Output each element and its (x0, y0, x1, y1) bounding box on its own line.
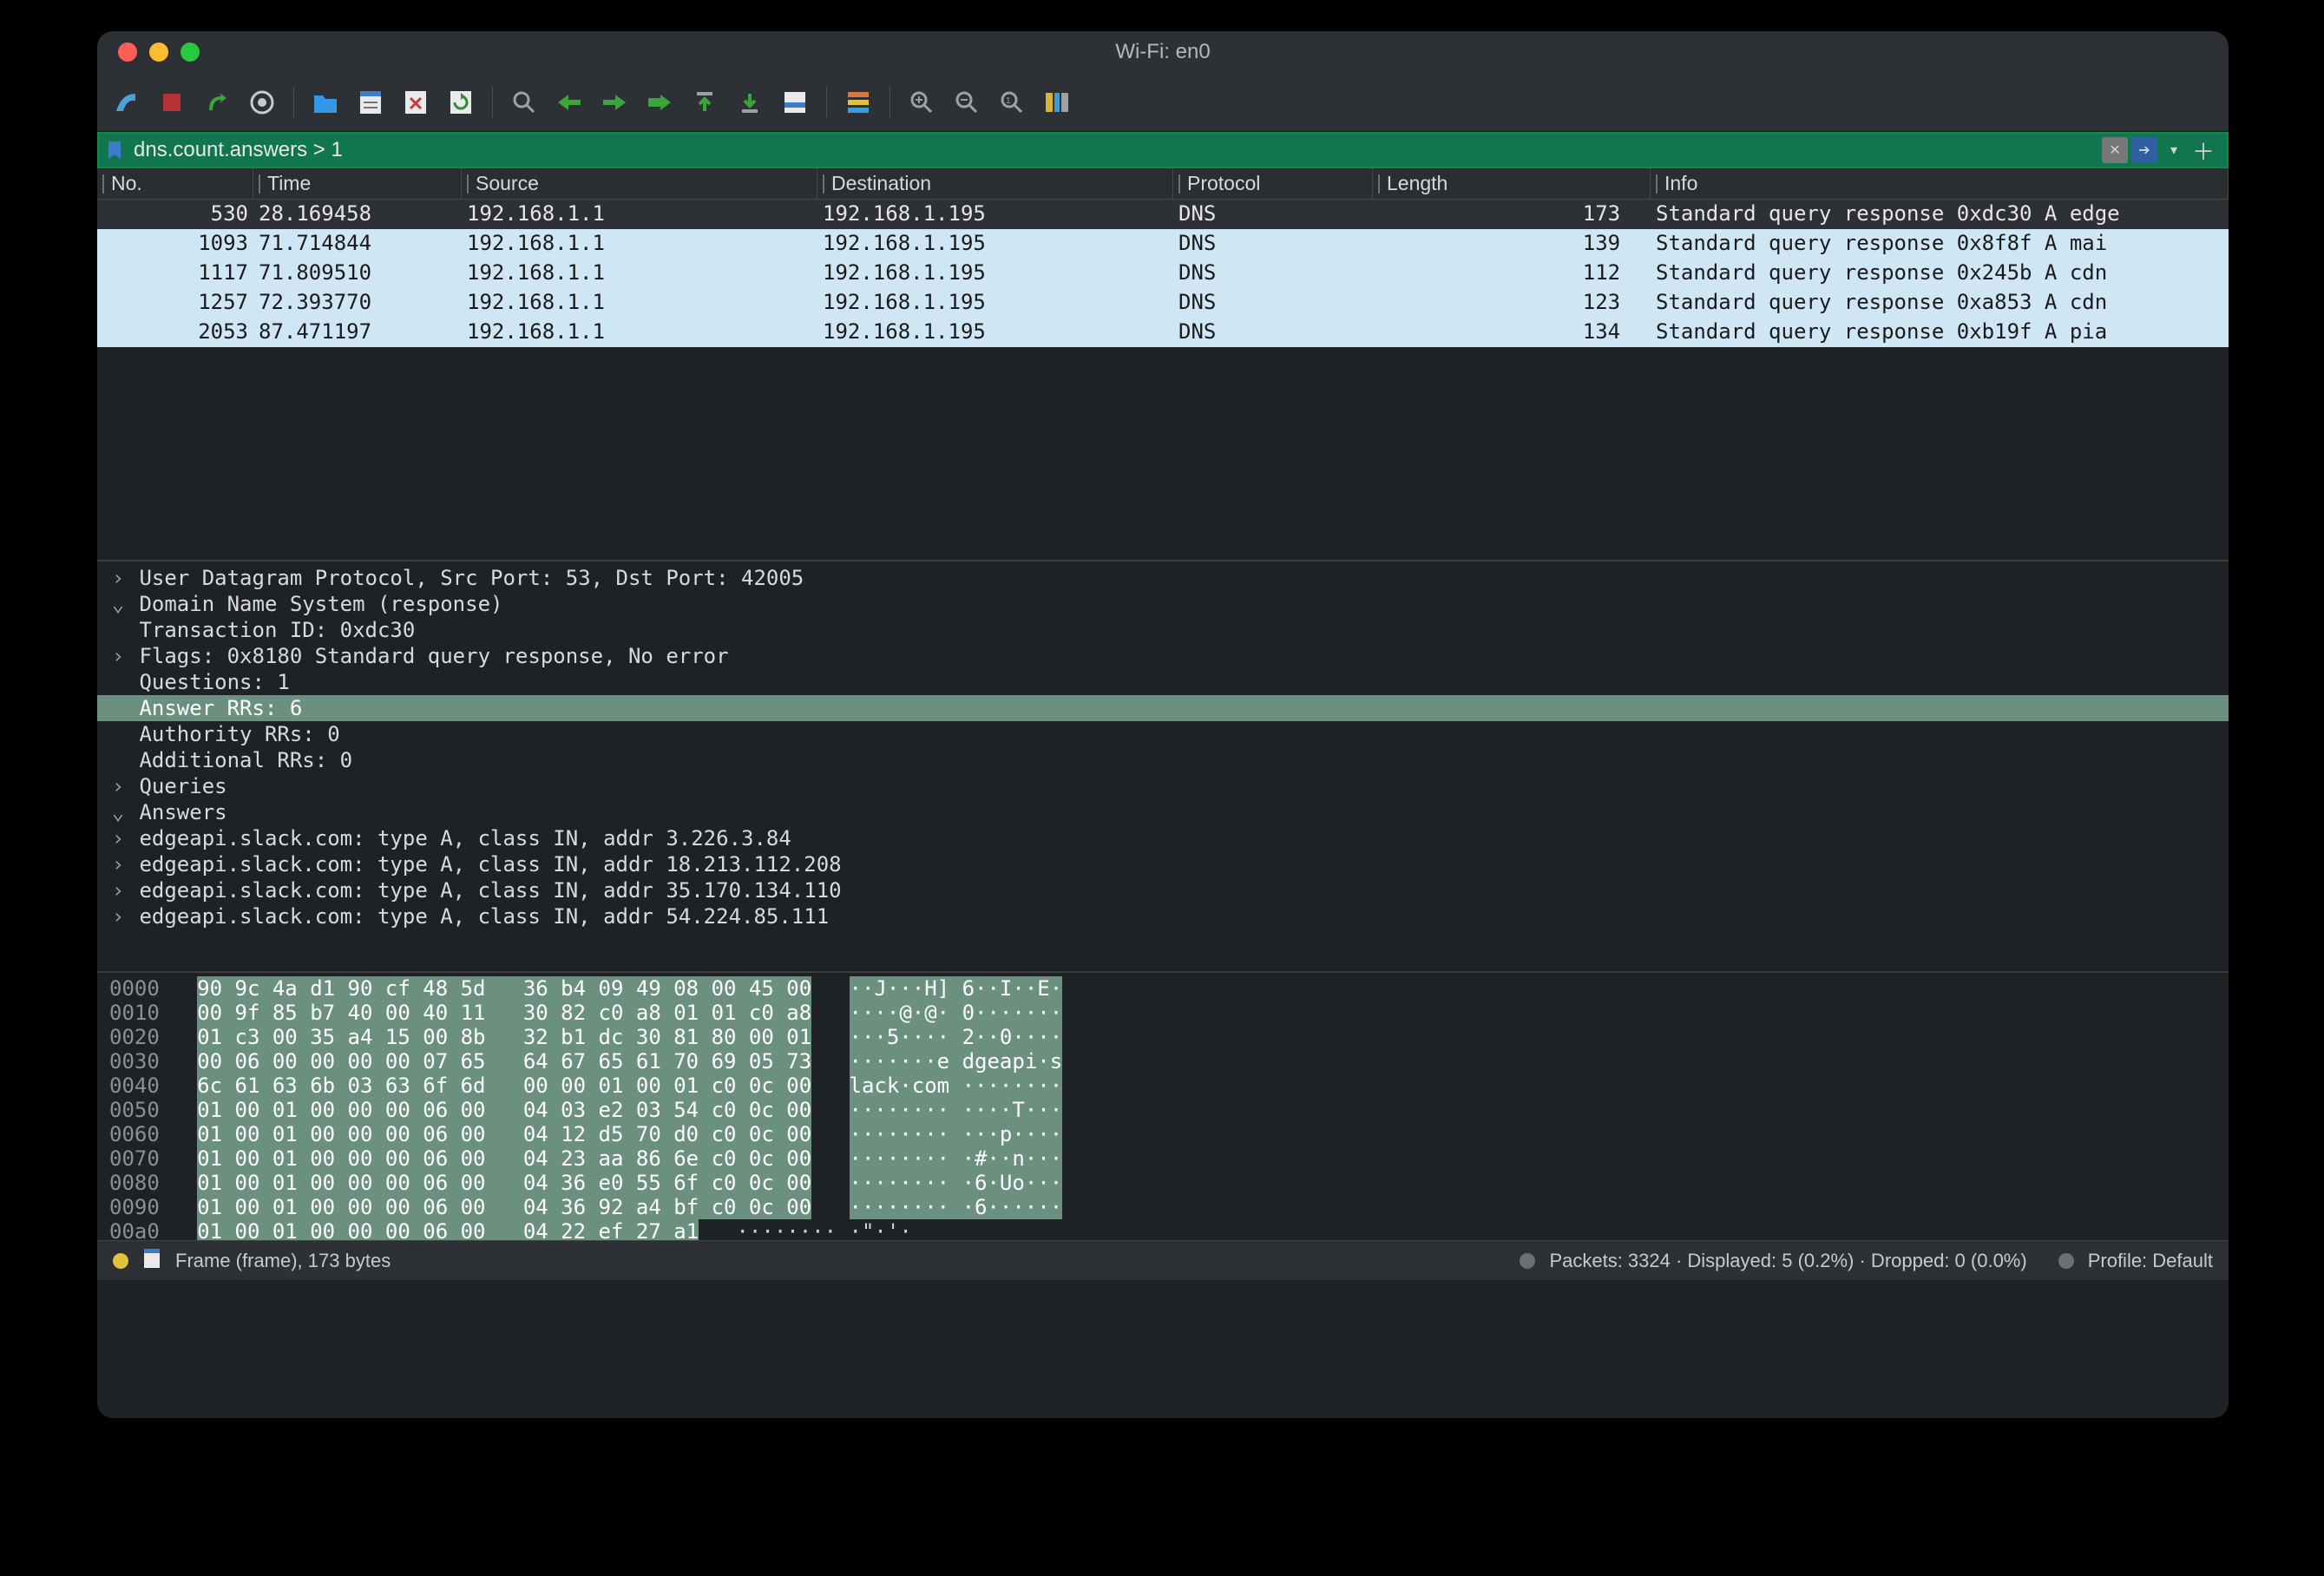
status-frame-info: Frame (frame), 173 bytes (175, 1250, 391, 1272)
shark-fin-icon[interactable] (108, 83, 146, 121)
packet-row[interactable]: 53028.169458192.168.1.1192.168.1.195DNS1… (97, 200, 2229, 229)
maximize-button[interactable] (181, 43, 200, 62)
detail-line[interactable]: › Queries (97, 773, 2229, 799)
detail-line[interactable]: › Flags: 0x8180 Standard query response,… (97, 643, 2229, 669)
close-button[interactable] (118, 43, 137, 62)
go-to-packet-button[interactable] (640, 83, 679, 121)
detail-line[interactable]: ⌄ Answers (97, 799, 2229, 825)
col-no[interactable]: No. (97, 168, 253, 199)
display-filter-input[interactable] (127, 138, 2102, 162)
colorize-button[interactable] (839, 83, 877, 121)
display-filter-bar: ✕ ➔ ▾ ＋ (97, 132, 2229, 168)
detail-line[interactable]: Transaction ID: 0xdc30 (97, 617, 2229, 643)
packet-details-pane[interactable]: › User Datagram Protocol, Src Port: 53, … (97, 560, 2229, 971)
resize-columns-button[interactable] (1038, 83, 1076, 121)
packet-row[interactable]: 125772.393770192.168.1.1192.168.1.195DNS… (97, 288, 2229, 318)
status-profile[interactable]: Profile: Default (2088, 1250, 2213, 1272)
col-info[interactable]: Info (1651, 168, 2229, 199)
filter-dropdown-button[interactable]: ▾ (2161, 137, 2187, 163)
traffic-lights (118, 43, 200, 62)
clear-filter-button[interactable]: ✕ (2102, 137, 2128, 163)
close-file-button[interactable] (397, 83, 435, 121)
detail-line[interactable]: › User Datagram Protocol, Src Port: 53, … (97, 565, 2229, 591)
zoom-in-button[interactable] (903, 83, 941, 121)
hex-line[interactable]: 00a0 01 00 01 00 00 00 06 00 04 22 ef 27… (109, 1219, 2216, 1240)
stop-capture-button[interactable] (153, 83, 191, 121)
col-len[interactable]: Length (1373, 168, 1651, 199)
main-toolbar: 1 (97, 73, 2229, 132)
go-forward-button[interactable] (595, 83, 634, 121)
detail-line[interactable]: › edgeapi.slack.com: type A, class IN, a… (97, 851, 2229, 877)
window-title: Wi-Fi: en0 (1115, 40, 1210, 64)
detail-line[interactable]: Questions: 1 (97, 669, 2229, 695)
zoom-reset-button[interactable]: 1 (993, 83, 1031, 121)
col-time[interactable]: Time (253, 168, 462, 199)
auto-scroll-button[interactable] (776, 83, 814, 121)
capture-file-properties-icon[interactable] (142, 1247, 161, 1275)
minimize-button[interactable] (149, 43, 168, 62)
open-file-button[interactable] (306, 83, 345, 121)
packet-row[interactable]: 111771.809510192.168.1.1192.168.1.195DNS… (97, 259, 2229, 288)
apply-filter-button[interactable]: ➔ (2131, 137, 2157, 163)
status-dot (1520, 1253, 1535, 1269)
go-back-button[interactable] (550, 83, 588, 121)
status-dot2 (2058, 1253, 2074, 1269)
add-filter-button[interactable]: ＋ (2190, 137, 2216, 163)
hex-line[interactable]: 0050 01 00 01 00 00 00 06 00 04 03 e2 03… (109, 1098, 2216, 1122)
col-proto[interactable]: Protocol (1173, 168, 1373, 199)
restart-capture-button[interactable] (198, 83, 236, 121)
hex-line[interactable]: 0040 6c 61 63 6b 03 63 6f 6d 00 00 01 00… (109, 1074, 2216, 1098)
detail-line[interactable]: › edgeapi.slack.com: type A, class IN, a… (97, 877, 2229, 903)
col-dst[interactable]: Destination (817, 168, 1173, 199)
packet-list-header: No. Time Source Destination Protocol Len… (97, 168, 2229, 200)
detail-line[interactable]: › edgeapi.slack.com: type A, class IN, a… (97, 825, 2229, 851)
go-to-last-button[interactable] (731, 83, 769, 121)
hex-line[interactable]: 0080 01 00 01 00 00 00 06 00 04 36 e0 55… (109, 1171, 2216, 1195)
bookmark-icon[interactable] (102, 138, 127, 162)
detail-line[interactable]: › edgeapi.slack.com: type A, class IN, a… (97, 903, 2229, 929)
hex-line[interactable]: 0060 01 00 01 00 00 00 06 00 04 12 d5 70… (109, 1122, 2216, 1146)
hex-line[interactable]: 0030 00 06 00 00 00 00 07 65 64 67 65 61… (109, 1049, 2216, 1074)
hex-line[interactable]: 0000 90 9c 4a d1 90 cf 48 5d 36 b4 09 49… (109, 976, 2216, 1001)
packet-list[interactable]: 53028.169458192.168.1.1192.168.1.195DNS1… (97, 200, 2229, 560)
detail-line[interactable]: Authority RRs: 0 (97, 721, 2229, 747)
wireshark-window: Wi-Fi: en0 1 ✕ ➔ ▾ ＋ (97, 31, 2229, 1418)
go-to-first-button[interactable] (686, 83, 724, 121)
status-bar: Frame (frame), 173 bytes Packets: 3324 ·… (97, 1240, 2229, 1280)
detail-line[interactable]: Additional RRs: 0 (97, 747, 2229, 773)
capture-options-button[interactable] (243, 83, 281, 121)
detail-line[interactable]: Answer RRs: 6 (97, 695, 2229, 721)
expert-info-led[interactable] (113, 1253, 128, 1269)
col-src[interactable]: Source (462, 168, 817, 199)
packet-bytes-pane[interactable]: 0000 90 9c 4a d1 90 cf 48 5d 36 b4 09 49… (97, 971, 2229, 1240)
save-file-button[interactable] (351, 83, 390, 121)
status-packets: Packets: 3324 · Displayed: 5 (0.2%) · Dr… (1549, 1250, 2026, 1272)
hex-line[interactable]: 0090 01 00 01 00 00 00 06 00 04 36 92 a4… (109, 1195, 2216, 1219)
hex-line[interactable]: 0070 01 00 01 00 00 00 06 00 04 23 aa 86… (109, 1146, 2216, 1171)
zoom-out-button[interactable] (948, 83, 986, 121)
reload-file-button[interactable] (442, 83, 480, 121)
packet-row[interactable]: 205387.471197192.168.1.1192.168.1.195DNS… (97, 318, 2229, 347)
titlebar: Wi-Fi: en0 (97, 31, 2229, 73)
svg-text:1: 1 (1006, 96, 1011, 106)
find-packet-button[interactable] (505, 83, 543, 121)
hex-line[interactable]: 0020 01 c3 00 35 a4 15 00 8b 32 b1 dc 30… (109, 1025, 2216, 1049)
hex-line[interactable]: 0010 00 9f 85 b7 40 00 40 11 30 82 c0 a8… (109, 1001, 2216, 1025)
detail-line[interactable]: ⌄ Domain Name System (response) (97, 591, 2229, 617)
packet-row[interactable]: 109371.714844192.168.1.1192.168.1.195DNS… (97, 229, 2229, 259)
